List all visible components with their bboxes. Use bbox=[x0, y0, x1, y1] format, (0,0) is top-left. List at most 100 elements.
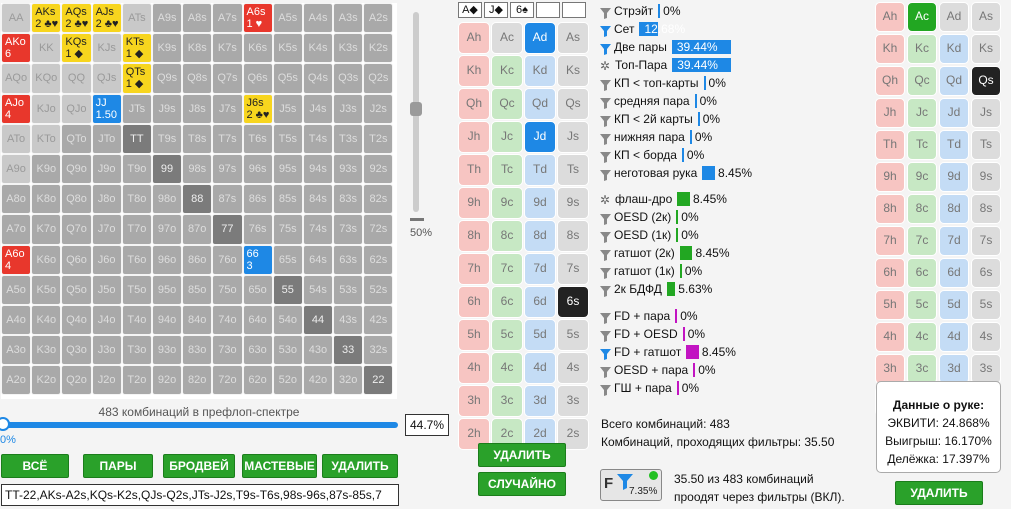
hand-cell-JTs[interactable]: JTs bbox=[121, 93, 152, 124]
hand-cell-TT[interactable]: TT bbox=[121, 123, 152, 154]
hand-cell-K8s[interactable]: K8s bbox=[182, 33, 213, 64]
hand-card-8c[interactable]: 8c bbox=[907, 194, 937, 224]
hand-cell-Q9o[interactable]: Q9o bbox=[61, 153, 92, 185]
board-card-8h[interactable]: 8h bbox=[458, 220, 490, 252]
all-button[interactable]: ВСЁ bbox=[1, 454, 69, 478]
hand-cell-43o[interactable]: 43o bbox=[302, 335, 334, 366]
hand-cell-Q8s[interactable]: Q8s bbox=[182, 63, 213, 94]
vertical-slider-knob[interactable] bbox=[410, 102, 422, 116]
stat-row[interactable]: FD + гатшот 8.45% bbox=[600, 343, 736, 361]
hand-card-8s[interactable]: 8s bbox=[971, 194, 1001, 224]
hand-cell-T4o[interactable]: T4o bbox=[121, 304, 152, 336]
hand-cell-J2s[interactable]: J2s bbox=[363, 93, 394, 124]
hand-cell-72s[interactable]: 72s bbox=[363, 214, 394, 245]
hand-cell-K2s[interactable]: K2s bbox=[363, 33, 394, 64]
hand-cell-A9s[interactable]: A9s bbox=[151, 3, 183, 34]
filter-funnel-icon[interactable] bbox=[600, 132, 611, 145]
hand-cell-54o[interactable]: 54o bbox=[272, 304, 303, 336]
hand-card-Ad[interactable]: Ad bbox=[939, 2, 969, 32]
board-card-4d[interactable]: 4d bbox=[524, 352, 556, 384]
hand-cell-87s[interactable]: 87s bbox=[212, 184, 243, 215]
hand-card-Kh[interactable]: Kh bbox=[875, 34, 905, 64]
hand-cell-KTo[interactable]: KTo bbox=[31, 123, 62, 154]
hand-cell-J3s[interactable]: J3s bbox=[333, 93, 364, 124]
board-card-5s[interactable]: 5s bbox=[557, 319, 589, 351]
hand-cell-82s[interactable]: 82s bbox=[363, 184, 394, 215]
hand-card-4d[interactable]: 4d bbox=[939, 322, 969, 352]
hand-cell-A3o[interactable]: A3o bbox=[1, 335, 32, 366]
filter-funnel-icon[interactable] bbox=[600, 6, 611, 19]
hand-cell-ATs[interactable]: ATs bbox=[121, 3, 152, 34]
hand-cell-T6o[interactable]: T6o bbox=[121, 244, 152, 275]
hand-card-6h[interactable]: 6h bbox=[875, 258, 905, 288]
hand-cell-A3s[interactable]: A3s bbox=[333, 3, 364, 34]
hand-cell-J3o[interactable]: J3o bbox=[91, 335, 122, 366]
hand-cell-J7o[interactable]: J7o bbox=[91, 214, 122, 245]
hand-cell-K6o[interactable]: K6o bbox=[31, 244, 62, 275]
hand-cell-J5o[interactable]: J5o bbox=[91, 274, 122, 305]
stat-row[interactable]: ✲ флаш-дро 8.45% bbox=[600, 190, 730, 208]
hand-cell-Q2o[interactable]: Q2o bbox=[61, 365, 92, 396]
board-slot-3[interactable]: 6♠ bbox=[510, 2, 534, 18]
stat-row[interactable]: FD + пара 0% bbox=[600, 307, 736, 325]
filter-funnel-icon[interactable] bbox=[600, 150, 611, 163]
stat-row[interactable]: Сет 12.68% bbox=[600, 20, 752, 38]
hand-cell-K7o[interactable]: K7o bbox=[31, 214, 62, 245]
hand-cell-JTo[interactable]: JTo bbox=[91, 123, 122, 154]
hand-cell-J8s[interactable]: J8s bbox=[182, 93, 213, 124]
board-card-3h[interactable]: 3h bbox=[458, 385, 490, 417]
hand-cell-95o[interactable]: 95o bbox=[151, 274, 183, 305]
filter-funnel-icon[interactable] bbox=[600, 311, 611, 324]
hand-cell-K3o[interactable]: K3o bbox=[31, 335, 62, 366]
board-card-8s[interactable]: 8s bbox=[557, 220, 589, 252]
gear-icon[interactable]: ✲ bbox=[600, 194, 612, 206]
hand-cell-AQo[interactable]: AQo bbox=[1, 63, 32, 94]
hand-cell-T9o[interactable]: T9o bbox=[121, 153, 152, 185]
board-card-4s[interactable]: 4s bbox=[557, 352, 589, 384]
hand-cell-66[interactable]: 66 3 bbox=[242, 244, 273, 275]
hand-cell-K5s[interactable]: K5s bbox=[272, 33, 303, 64]
hand-cell-32s[interactable]: 32s bbox=[363, 335, 394, 366]
hand-cell-J9s[interactable]: J9s bbox=[151, 93, 183, 124]
stat-row[interactable]: ✲ Топ-Пара 39.44% bbox=[600, 56, 752, 74]
board-slot-1[interactable]: A◆ bbox=[458, 2, 482, 18]
hand-cell-75o[interactable]: 75o bbox=[212, 274, 243, 305]
hand-cell-83s[interactable]: 83s bbox=[333, 184, 364, 215]
filter-funnel-icon[interactable] bbox=[600, 266, 611, 279]
hand-cell-73o[interactable]: 73o bbox=[212, 335, 243, 366]
hand-cell-A5o[interactable]: A5o bbox=[1, 274, 32, 305]
hand-cell-QTo[interactable]: QTo bbox=[61, 123, 92, 154]
hand-cell-QQ[interactable]: QQ bbox=[61, 63, 92, 94]
hand-card-6c[interactable]: 6c bbox=[907, 258, 937, 288]
hand-card-9h[interactable]: 9h bbox=[875, 162, 905, 192]
hand-cell-T4s[interactable]: T4s bbox=[302, 123, 334, 154]
hand-cell-T8o[interactable]: T8o bbox=[121, 184, 152, 215]
stat-row[interactable]: КП < 2й карты 0% bbox=[600, 110, 752, 128]
stat-row[interactable]: неготовая рука 8.45% bbox=[600, 164, 752, 182]
hand-card-Td[interactable]: Td bbox=[939, 130, 969, 160]
board-card-Ac[interactable]: Ac bbox=[491, 22, 523, 54]
hand-cell-J4s[interactable]: J4s bbox=[302, 93, 334, 124]
hand-cell-97s[interactable]: 97s bbox=[212, 153, 243, 185]
hand-cell-32o[interactable]: 32o bbox=[333, 365, 364, 396]
hand-card-7s[interactable]: 7s bbox=[971, 226, 1001, 256]
hand-cell-K2o[interactable]: K2o bbox=[31, 365, 62, 396]
board-card-8c[interactable]: 8c bbox=[491, 220, 523, 252]
board-card-3c[interactable]: 3c bbox=[491, 385, 523, 417]
hand-cell-T6s[interactable]: T6s bbox=[242, 123, 273, 154]
hand-cell-AJs[interactable]: AJs 2 ♣♥ bbox=[91, 3, 122, 34]
hand-cell-Q9s[interactable]: Q9s bbox=[151, 63, 183, 94]
hand-cell-Q3s[interactable]: Q3s bbox=[333, 63, 364, 94]
hand-card-6d[interactable]: 6d bbox=[939, 258, 969, 288]
hand-cell-K7s[interactable]: K7s bbox=[212, 33, 243, 64]
hand-cell-Q6o[interactable]: Q6o bbox=[61, 244, 92, 275]
hand-cell-A6o[interactable]: A6o 4 bbox=[1, 244, 32, 275]
hand-cell-K3s[interactable]: K3s bbox=[333, 33, 364, 64]
hand-cell-22[interactable]: 22 bbox=[363, 365, 394, 396]
hand-cell-A4o[interactable]: A4o bbox=[1, 304, 32, 336]
hand-card-7h[interactable]: 7h bbox=[875, 226, 905, 256]
hand-card-4s[interactable]: 4s bbox=[971, 322, 1001, 352]
board-card-6s[interactable]: 6s bbox=[557, 286, 589, 318]
stat-row[interactable]: Стрэйт 0% bbox=[600, 2, 752, 20]
filter-funnel-icon[interactable] bbox=[600, 212, 611, 225]
